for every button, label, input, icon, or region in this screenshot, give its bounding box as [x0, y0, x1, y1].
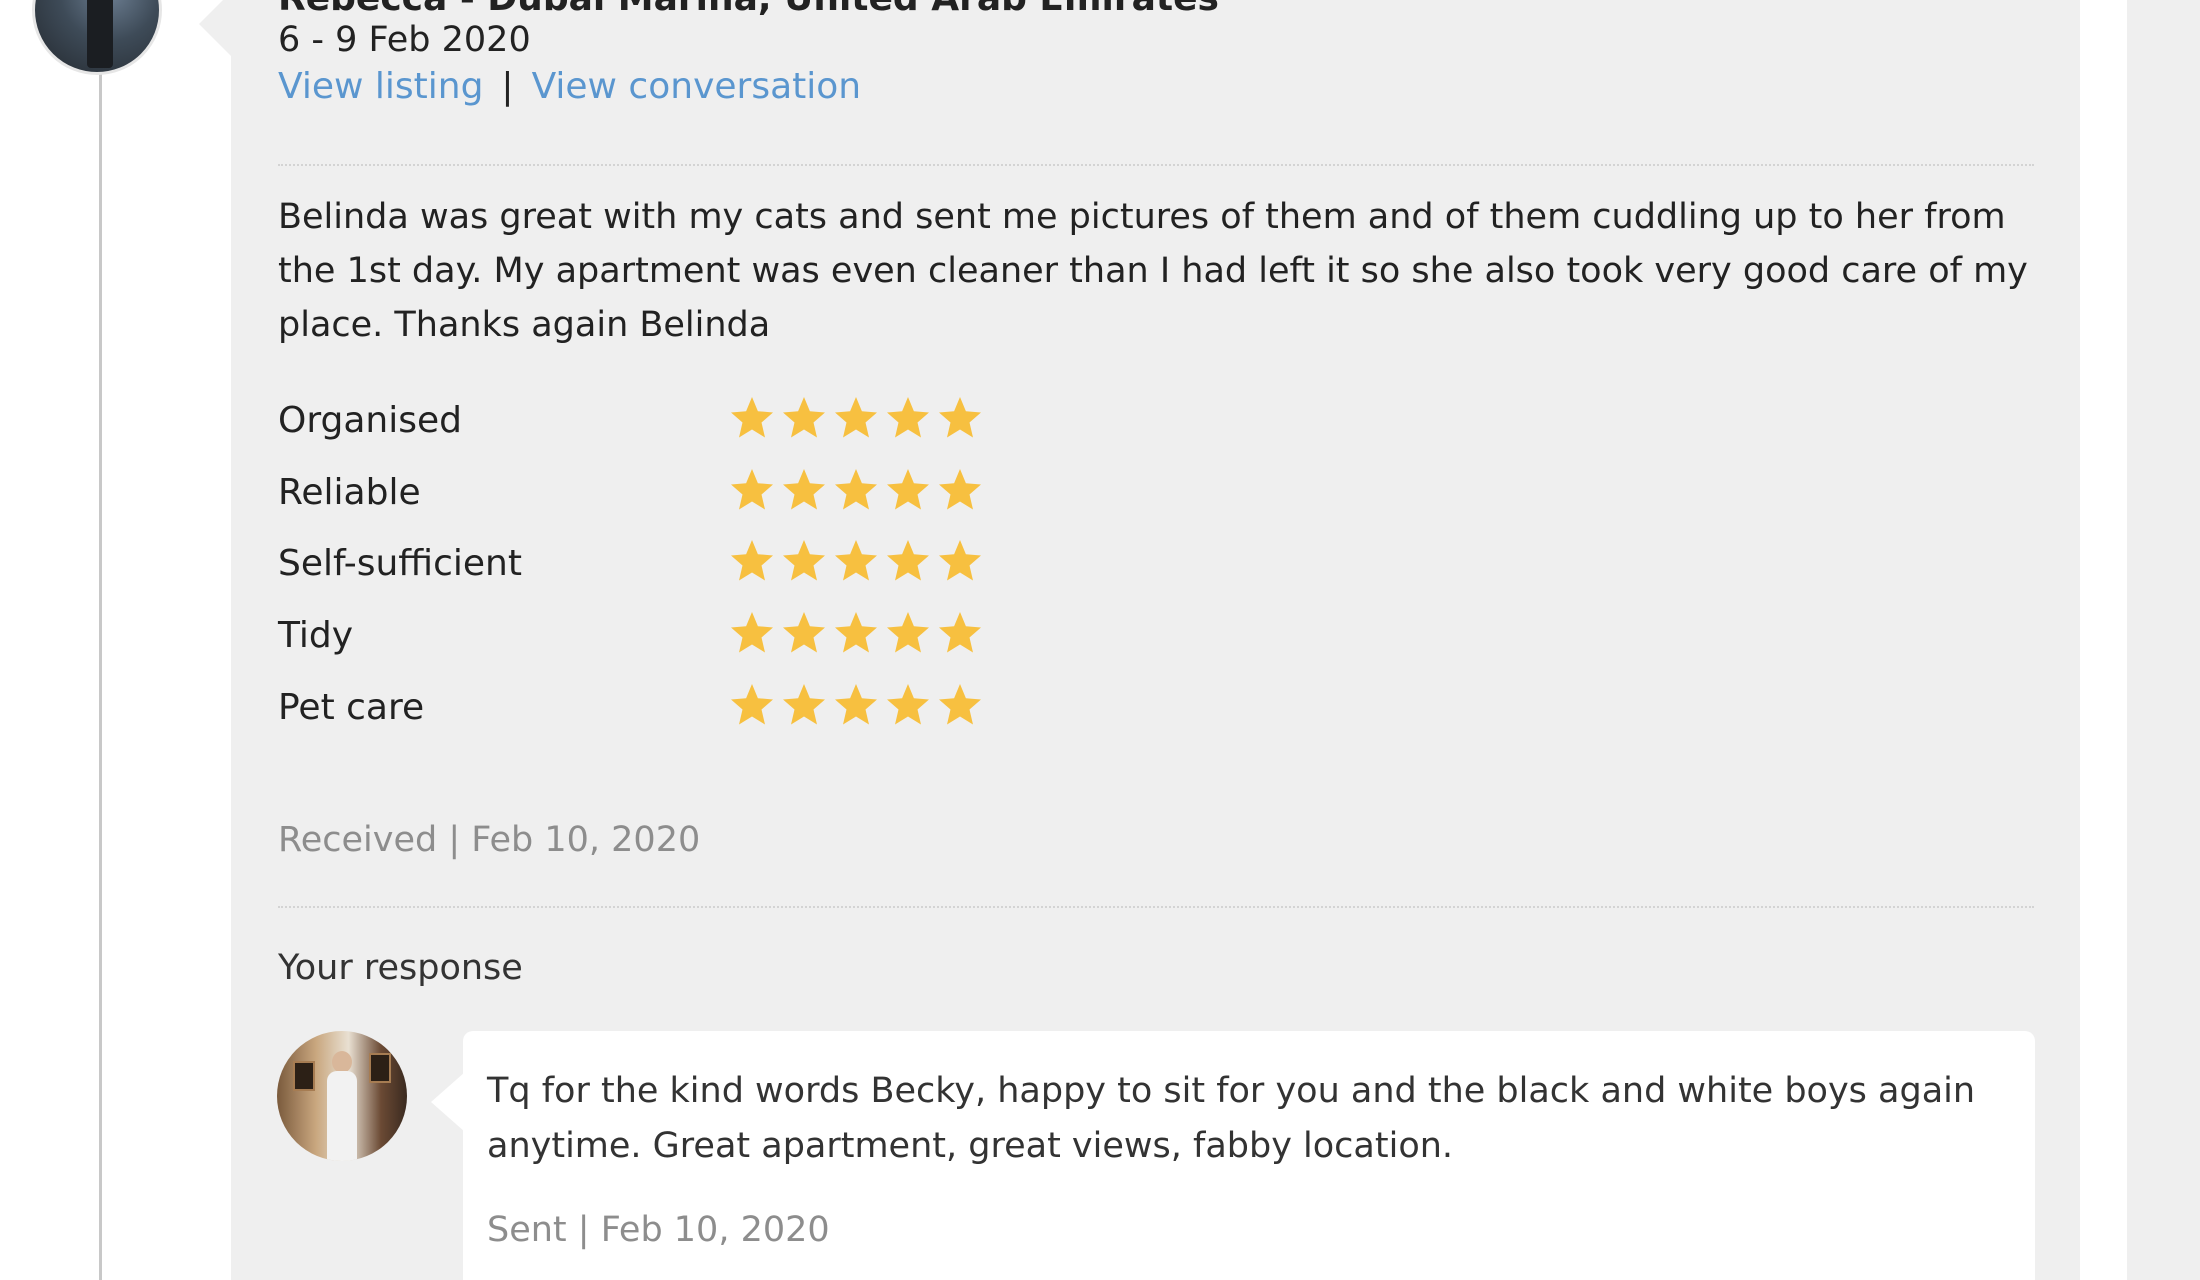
star-rating: [728, 609, 988, 665]
avatar-background-frame: [293, 1061, 315, 1091]
rating-row-pet-care: Pet care: [278, 684, 1078, 747]
rating-label: Pet care: [278, 687, 425, 728]
star-icon: [936, 466, 984, 514]
star-icon: [780, 537, 828, 585]
star-rating: [728, 681, 988, 737]
rating-label: Self-sufficient: [278, 543, 522, 584]
sent-date: Sent | Feb 10, 2020: [487, 1210, 830, 1250]
review-text: Belinda was great with my cats and sent …: [278, 197, 2028, 345]
star-rating: [728, 537, 988, 593]
star-icon: [884, 466, 932, 514]
response-text: Tq for the kind words Becky, happy to si…: [487, 1071, 1976, 1166]
response-heading: Your response: [278, 948, 523, 988]
divider-top: [278, 164, 2034, 166]
star-icon: [884, 394, 932, 442]
star-icon: [832, 609, 880, 657]
star-icon: [936, 681, 984, 729]
star-icon: [780, 466, 828, 514]
rating-label: Organised: [278, 400, 462, 441]
star-icon: [728, 609, 776, 657]
star-icon: [832, 537, 880, 585]
avatar-background-frame: [369, 1053, 391, 1083]
stay-dates: 6 - 9 Feb 2020: [278, 20, 531, 60]
star-rating: [728, 394, 988, 450]
star-icon: [832, 466, 880, 514]
star-icon: [780, 681, 828, 729]
rating-row-self-sufficient: Self-sufficient: [278, 540, 1078, 603]
star-icon: [936, 394, 984, 442]
review-links: View listing | View conversation: [278, 66, 861, 107]
star-rating: [728, 466, 988, 522]
star-icon: [884, 681, 932, 729]
reviewer-avatar-figure: [87, 0, 113, 68]
rating-label: Tidy: [278, 615, 354, 656]
star-icon: [728, 394, 776, 442]
rating-row-tidy: Tidy: [278, 612, 1078, 675]
rating-label: Reliable: [278, 472, 421, 513]
adjacent-panel-edge: [2127, 0, 2200, 1280]
star-icon: [780, 394, 828, 442]
star-icon: [780, 609, 828, 657]
link-separator: |: [501, 66, 514, 107]
star-icon: [728, 681, 776, 729]
star-icon: [832, 681, 880, 729]
avatar-person-head: [332, 1051, 352, 1073]
star-icon: [728, 537, 776, 585]
response-bubble-pointer: [431, 1072, 465, 1132]
star-icon: [936, 537, 984, 585]
rating-row-organised: Organised: [278, 397, 1078, 460]
review-page: Rebecca - Dubai Marina, United Arab Emir…: [0, 0, 2200, 1280]
view-listing-link[interactable]: View listing: [278, 66, 483, 107]
view-conversation-link[interactable]: View conversation: [532, 66, 862, 107]
avatar-person-body: [327, 1071, 357, 1161]
review-card-pointer: [199, 0, 233, 58]
responder-avatar[interactable]: [277, 1031, 407, 1161]
reviewer-name-location: Rebecca - Dubai Marina, United Arab Emir…: [278, 0, 1219, 19]
rating-row-reliable: Reliable: [278, 469, 1078, 532]
star-icon: [728, 466, 776, 514]
divider-bottom: [278, 906, 2034, 908]
timeline-line: [99, 50, 102, 1280]
star-icon: [884, 537, 932, 585]
received-date: Received | Feb 10, 2020: [278, 820, 701, 860]
reviewer-avatar[interactable]: [32, 0, 162, 75]
close-icon[interactable]: [1990, 0, 2040, 12]
star-icon: [884, 609, 932, 657]
star-icon: [936, 609, 984, 657]
star-icon: [832, 394, 880, 442]
